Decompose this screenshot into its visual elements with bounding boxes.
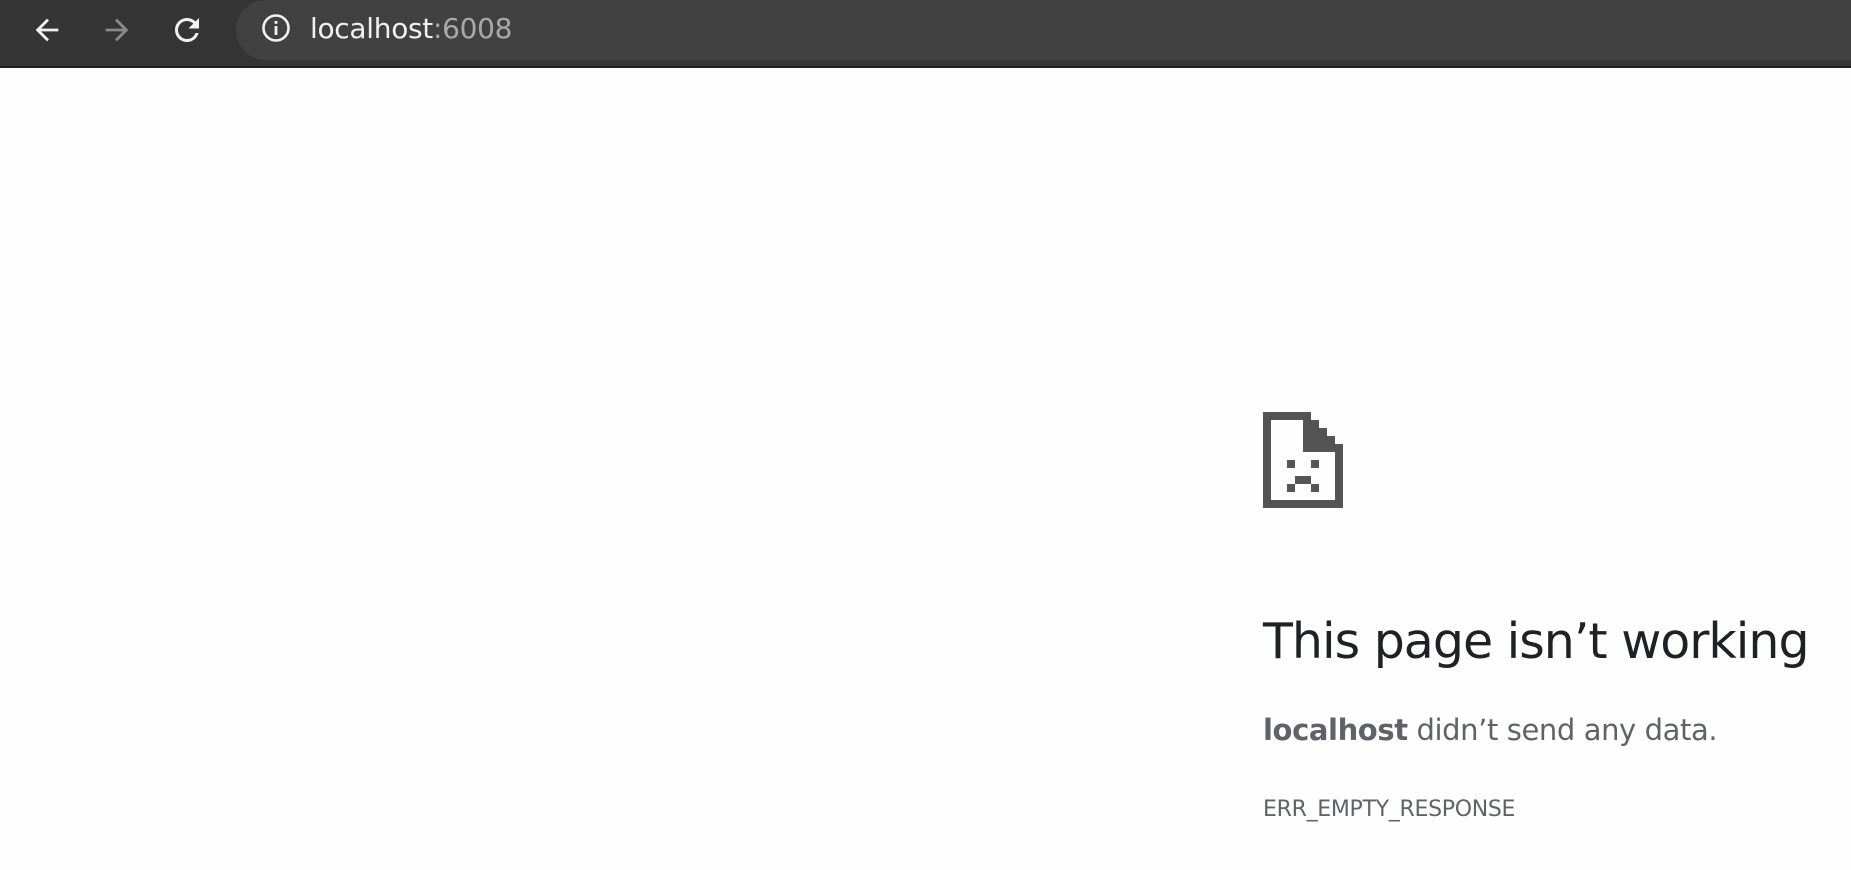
- url-host: localhost: [310, 12, 433, 45]
- arrow-left-icon: [30, 13, 64, 47]
- error-code: ERR_EMPTY_RESPONSE: [1263, 797, 1516, 822]
- error-message-text: didn’t send any data.: [1407, 713, 1718, 747]
- reload-icon: [169, 12, 205, 48]
- back-button[interactable]: [25, 8, 69, 52]
- url-port: :6008: [433, 12, 513, 45]
- forward-button[interactable]: [95, 8, 139, 52]
- error-message: localhost didn’t send any data.: [1263, 712, 1718, 748]
- address-bar[interactable]: localhost:6008: [236, 0, 1851, 60]
- site-info-button[interactable]: [260, 14, 292, 46]
- url-text[interactable]: localhost:6008: [310, 12, 513, 46]
- sad-document-icon: [1263, 412, 1343, 508]
- browser-toolbar: localhost:6008: [0, 0, 1851, 68]
- error-headline: This page isn’t working: [1263, 613, 1810, 670]
- arrow-right-icon: [100, 13, 134, 47]
- error-host: localhost: [1263, 713, 1408, 747]
- reload-button[interactable]: [165, 8, 209, 52]
- info-circle-icon: [260, 12, 292, 48]
